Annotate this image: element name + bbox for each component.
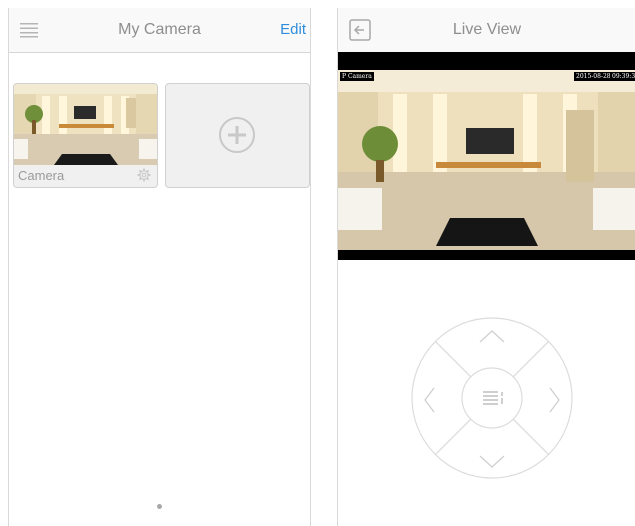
add-camera-button[interactable]: [165, 83, 310, 188]
page-title: Live View: [452, 21, 522, 38]
page-title: My Camera: [118, 21, 201, 38]
live-view-screen: Live View P Camera 2015-08-28 09:39:3: [337, 8, 635, 526]
top-nav-bar: My Camera Edit: [9, 8, 310, 53]
osd-camera-name: P Camera: [340, 72, 374, 81]
add-icon: [219, 117, 255, 153]
osd-time: 09:39:3: [610, 72, 635, 81]
edit-button[interactable]: Edit: [280, 8, 306, 52]
camera-name-label: Camera: [18, 168, 65, 183]
ptz-control-pad: [411, 317, 573, 479]
gear-icon[interactable]: [137, 168, 151, 182]
page-indicator: [157, 504, 162, 509]
video-frame: [338, 70, 635, 250]
top-nav-bar: Live View: [338, 8, 635, 53]
live-video-player[interactable]: P Camera 2015-08-28 09:39:3: [338, 52, 635, 260]
my-camera-screen: My Camera Edit Camera: [8, 8, 311, 526]
camera-thumbnail: [14, 84, 157, 165]
camera-tile[interactable]: Camera: [13, 83, 158, 188]
osd-date: 2015-08-28: [574, 72, 613, 81]
